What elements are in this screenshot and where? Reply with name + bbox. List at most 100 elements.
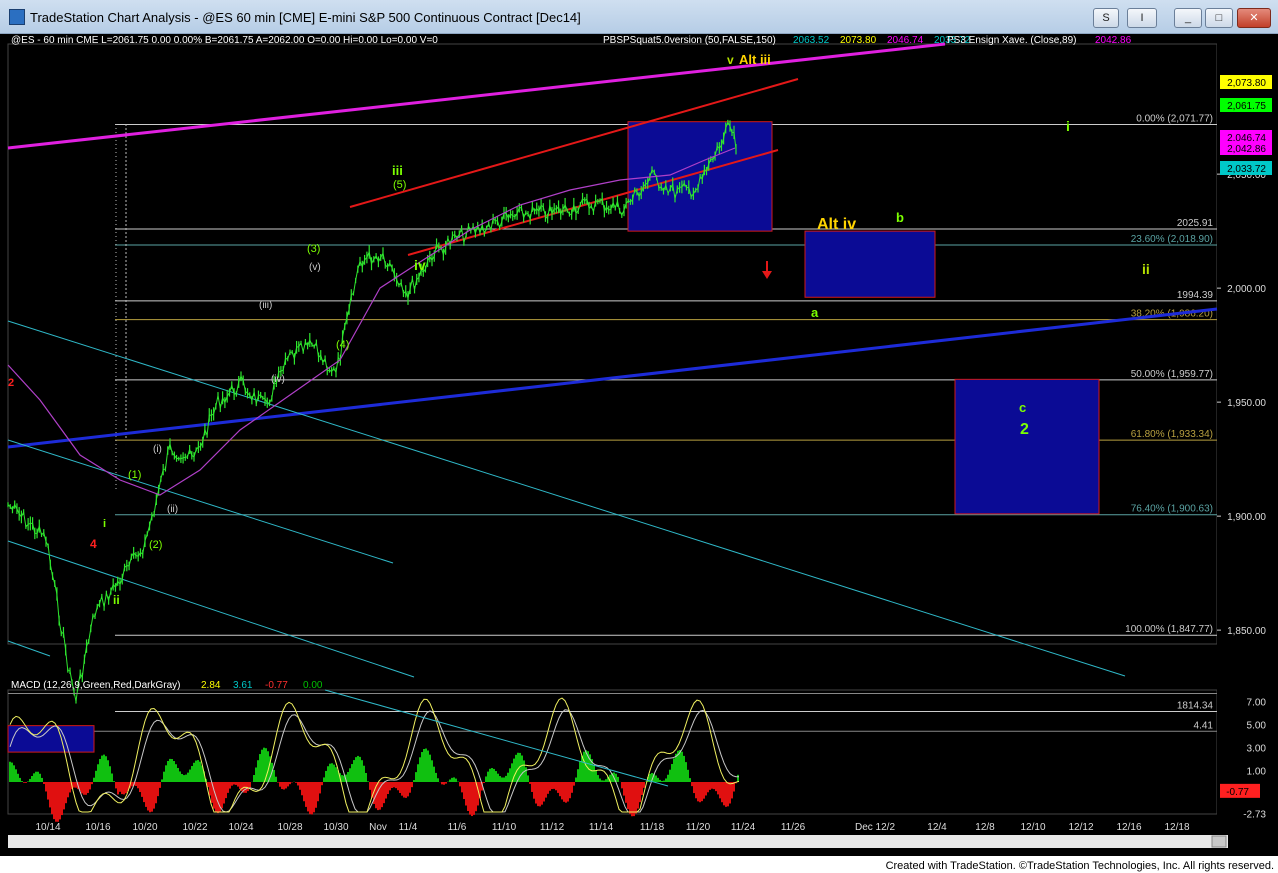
macd-tick-label: 5.00 [1247,721,1267,732]
wave-label: (v) [309,262,321,273]
price-tick-label: 1,950.00 [1227,398,1266,409]
price-chart[interactable]: 0.00% (2,071.77) 2025.91 23.60% (2,018.90)… [0,34,1278,856]
cyan-trendline [7,439,394,564]
macd-value: 3.61 [233,680,253,691]
x-axis-label: Dec 12/2 [855,822,895,833]
x-axis-label: 11/4 [399,822,418,833]
wave-label: 2 [1020,421,1029,438]
indicator-name: PBSPSquat5.0version (50,FALSE,150) [603,35,776,46]
wave-label: ii [113,593,120,607]
wave-label: (4) [336,339,349,351]
x-axis-label: 12/16 [1116,822,1141,833]
wave-label: Alt iv [817,216,856,233]
x-axis-label: 12/8 [975,822,995,833]
fib-level-label: 76.40% (1,900.63) [1131,504,1213,515]
x-axis-label: 10/22 [182,822,207,833]
indicator-value: 2063.52 [793,35,830,46]
magenta-trendline [7,42,946,150]
x-axis-label: 10/20 [132,822,157,833]
fib-level-label: 1994.39 [1177,290,1214,301]
macd-value: 0.00 [303,680,323,691]
wave-label: b [896,210,904,225]
wave-label: (iv) [271,374,285,385]
price-tick-label: 1,900.00 [1227,512,1266,523]
price-line [7,121,737,702]
x-axis-label: 11/20 [686,822,711,833]
fib-level-label: 100.00% (1,847.77) [1125,624,1213,635]
fib-level-label: 23.60% (2,018.90) [1131,234,1213,245]
fib-level-label: 0.00% (2,071.77) [1136,114,1213,125]
ps3-value: 2042.86 [1095,35,1132,46]
x-axis-label: 11/6 [448,822,467,833]
x-axis-label: 11/26 [781,822,806,833]
macd-box [7,725,95,753]
x-axis-label: 12/12 [1068,822,1093,833]
scrollbar-thumb[interactable] [1211,835,1227,848]
wave-label: (1) [128,469,141,481]
x-axis-label: 10/28 [277,822,302,833]
fib-level-label: 2025.91 [1177,218,1214,229]
wave-label: 4 [90,537,97,551]
footer-credit: Created with TradeStation. ©TradeStation… [885,860,1274,872]
x-axis-label: 11/12 [540,822,565,833]
wave-label: iii [392,163,403,178]
maximize-button[interactable]: □ [1205,8,1233,28]
wave-label: c [1019,400,1026,415]
wave-label: (ii) [167,504,178,515]
macd-value: 2.84 [201,680,221,691]
app-icon [9,9,25,25]
macd-tick-label: 7.00 [1247,698,1267,709]
x-axis-label: 10/24 [228,822,253,833]
ps3-label: PS3 Ensign Xave. (Close,89) [947,35,1077,46]
x-axis-label: Nov [369,822,387,833]
wave-label: a [811,305,819,320]
price-plot-frame [7,43,1218,645]
down-arrow-icon [762,271,772,279]
macd-plot-frame [7,689,1218,815]
fib-level-label: 61.80% (1,933.34) [1131,429,1213,440]
macd-level-label: 4.41 [1194,720,1214,731]
wave-label: (5) [393,179,406,191]
x-axis-label: 11/10 [492,822,517,833]
macd-value: -0.77 [265,680,288,691]
cyan-trendline [7,640,51,657]
wave-label: (3) [307,243,320,255]
wave-label: (2) [149,539,162,551]
wave-label: 2 [8,377,14,389]
x-axis-label: 12/18 [1164,822,1189,833]
horizontal-scrollbar[interactable] [8,835,1228,848]
x-axis-label: 10/30 [323,822,348,833]
price-badge-label: 2,073.80 [1227,78,1266,89]
symbol-line: @ES - 60 min CME L=2061.75 0.00 0.00% B=… [11,35,438,46]
macd-tick-label: -2.73 [1243,809,1266,820]
wave-label: i [1066,118,1070,134]
macd-tick-label: 3.00 [1247,744,1267,755]
window-title: TradeStation Chart Analysis - @ES 60 min… [30,10,581,25]
chart-area[interactable]: 0.00% (2,071.77) 2025.91 23.60% (2,018.90)… [0,34,1278,856]
price-badge-label: 2,033.72 [1227,164,1266,175]
minimize-button[interactable]: _ [1174,8,1202,28]
wave-label: i [103,518,106,530]
fib-level-label: 50.00% (1,959.77) [1131,369,1213,380]
x-axis-label: 10/16 [85,822,110,833]
wave-label: (i) [153,444,162,455]
price-axis-bg [1217,34,1278,856]
wave-label: v [727,53,734,67]
wave-label: (iii) [259,300,272,311]
x-axis-label: 11/14 [589,822,614,833]
box-alt-iv [804,230,936,298]
macd-badge-label: -0.77 [1226,787,1249,798]
price-badge-label: 2,042.86 [1227,144,1266,155]
insert-button[interactable]: I [1127,8,1157,28]
x-axis-label: 11/18 [640,822,665,833]
macd-tick-label: 1.00 [1247,767,1267,778]
x-axis-label: 12/10 [1020,822,1045,833]
styles-button[interactable]: S [1093,8,1119,28]
close-button[interactable]: ✕ [1237,8,1271,28]
price-tick-label: 2,000.00 [1227,284,1266,295]
title-bar: TradeStation Chart Analysis - @ES 60 min… [0,0,1278,34]
fib-level-label: 1814.34 [1177,700,1214,711]
x-axis-label: 11/24 [731,822,756,833]
macd-label: MACD (12,26,9,Green,Red,DarkGray) [11,680,181,691]
wave-label: iv [414,257,426,273]
